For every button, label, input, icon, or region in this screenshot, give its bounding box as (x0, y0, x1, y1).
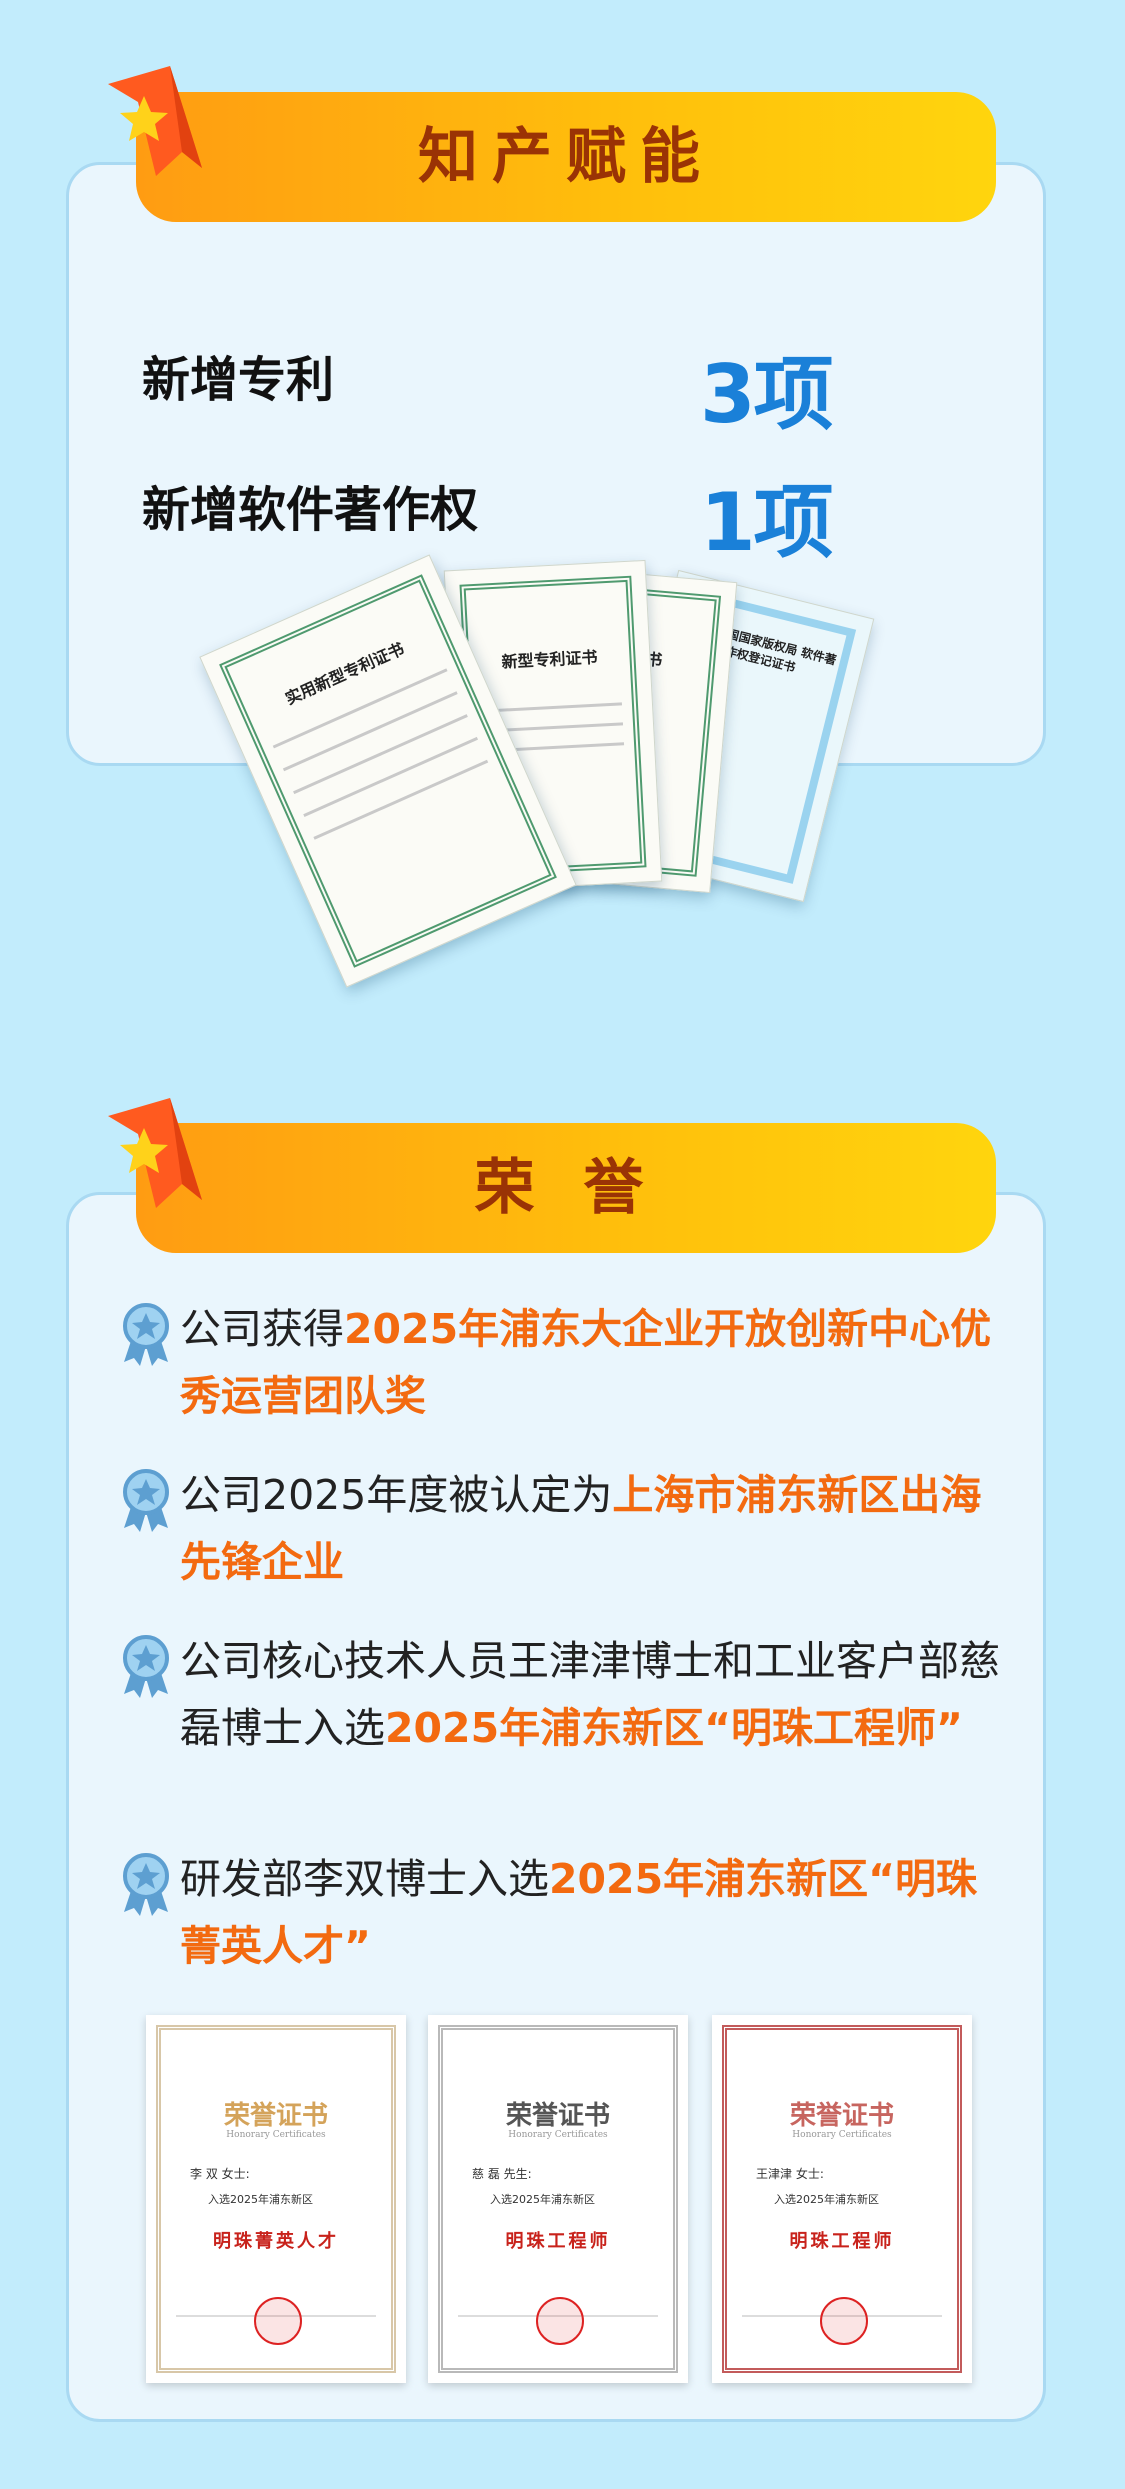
honors-title: 荣 誉 (136, 1123, 996, 1253)
honor-text-3: 公司核心技术人员王津津博士和工业客户部慈磊博士入选2025年浦东新区“明珠工程师… (180, 1637, 1000, 1752)
honor-text-1: 公司获得2025年浦东大企业开放创新中心优秀运营团队奖 (180, 1305, 992, 1420)
star-flag-icon (108, 1098, 202, 1208)
seal-icon (254, 2297, 302, 2345)
stat-label-software-copyright: 新增软件著作权 (142, 482, 479, 538)
medal-icon (123, 1469, 169, 1532)
honor-certificate-1: 荣誉证书 Honorary Certificates 李 双 女士: 入选202… (146, 2015, 406, 2383)
seal-icon (536, 2297, 584, 2345)
ip-empowerment-title: 知产赋能 (136, 92, 996, 222)
stat-value-software-copyright: 1项 (700, 476, 834, 569)
star-flag-icon (108, 66, 202, 176)
medal-icon (123, 1635, 169, 1698)
medal-icon (123, 1853, 169, 1916)
medal-icon (123, 1303, 169, 1366)
stat-label-patents: 新增专利 (142, 352, 335, 408)
honor-certificate-3: 荣誉证书 Honorary Certificates 王津津 女士: 入选202… (712, 2015, 972, 2383)
honor-certificate-2: 荣誉证书 Honorary Certificates 慈 磊 先生: 入选202… (428, 2015, 688, 2383)
seal-icon (820, 2297, 868, 2345)
stat-value-patents: 3项 (700, 348, 834, 441)
honor-text-2: 公司2025年度被认定为上海市浦东新区出海先锋企业 (180, 1471, 982, 1586)
honor-text-4: 研发部李双博士入选2025年浦东新区“明珠菁英人才” (180, 1855, 978, 1970)
